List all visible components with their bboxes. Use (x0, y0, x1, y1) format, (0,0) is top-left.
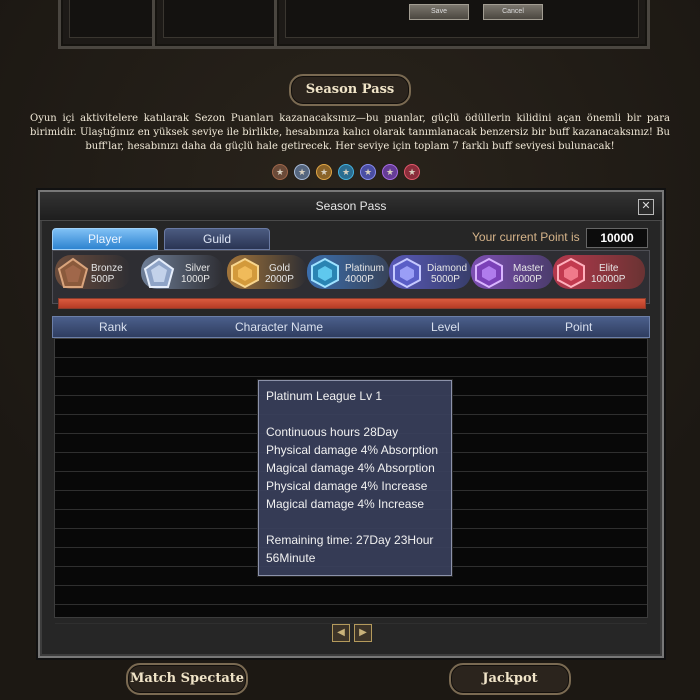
cancel-button[interactable]: Cancel (483, 4, 543, 20)
tier-name: Master (513, 263, 544, 274)
season-pass-button[interactable]: Season Pass (289, 74, 411, 106)
jackpot-button[interactable]: Jackpot (449, 663, 571, 695)
tab-guild[interactable]: Guild (164, 228, 270, 250)
tier-points: 5000P (431, 274, 460, 285)
table-row (55, 586, 647, 605)
tier-icon-row: ★ ★ ★ ★ ★ ★ ★ (272, 164, 420, 180)
col-character-name: Character Name (235, 320, 324, 334)
tooltip-duration: Continuous hours 28Day (266, 425, 399, 439)
tier-points: 1000P (181, 274, 210, 285)
master-icon: ★ (382, 164, 398, 180)
table-row (55, 339, 647, 358)
table-row (55, 605, 647, 624)
tooltip-effect: Physical damage 4% Absorption (266, 443, 439, 457)
tier-name: Silver (185, 263, 211, 274)
bronze-icon: ★ (272, 164, 288, 180)
silver-icon: ★ (294, 164, 310, 180)
season-progress-fill (59, 299, 645, 308)
close-icon[interactable]: ✕ (638, 199, 654, 215)
tier-tooltip: Platinum League Lv 1 Continuous hours 28… (258, 380, 452, 576)
top-panels: Save Cancel (0, 0, 700, 52)
col-point: Point (565, 320, 593, 334)
tier-name: Platinum (345, 263, 384, 274)
tier-points: 10000P (591, 274, 626, 285)
tab-player[interactable]: Player (52, 228, 158, 250)
bronze-gem-icon (57, 257, 89, 288)
tier-points: 6000P (513, 274, 542, 285)
tier-name: Elite (599, 263, 619, 274)
tooltip-remaining: Remaining time: 27Day 23Hour (266, 533, 434, 547)
col-level: Level (431, 320, 460, 334)
triangle-left-icon[interactable]: ◀ (332, 624, 350, 642)
tier-points: 4000P (345, 274, 374, 285)
table-row (55, 358, 647, 377)
col-rank: Rank (99, 320, 128, 334)
tier-name: Diamond (427, 263, 468, 274)
tier-points: 500P (91, 274, 115, 285)
season-progress-bar (58, 298, 646, 309)
ranking-table-header: Rank Character Name Level Point (52, 316, 650, 338)
silver-gem-icon (143, 257, 175, 288)
platinum-gem-icon (311, 257, 339, 289)
triangle-right-icon[interactable]: ▶ (354, 624, 372, 642)
tooltip-effect: Magical damage 4% Absorption (266, 461, 435, 475)
diamond-icon: ★ (360, 164, 376, 180)
tooltip-remaining-cont: 56Minute (266, 551, 316, 565)
current-point-label: Your current Point is (472, 230, 580, 244)
tier-bar: Bronze 500P Silver 1000P Gold 2000P Plat… (52, 250, 650, 304)
tier-points: 2000P (265, 274, 294, 285)
panel-right: Save Cancel (274, 0, 650, 49)
gold-gem-icon (231, 257, 259, 289)
match-spectate-button[interactable]: Match Spectate (126, 663, 248, 695)
current-point-value: 10000 (586, 228, 648, 248)
elite-gem-icon (557, 257, 585, 289)
tooltip-effect: Magical damage 4% Increase (266, 497, 425, 511)
master-gem-icon (475, 257, 503, 289)
diamond-gem-icon (393, 257, 421, 289)
tooltip-effect: Physical damage 4% Increase (266, 479, 428, 493)
elite-icon: ★ (404, 164, 420, 180)
season-pass-description: Oyun içi aktivitelere katılarak Sezon Pu… (30, 113, 670, 152)
save-button[interactable]: Save (409, 4, 469, 20)
platinum-icon: ★ (338, 164, 354, 180)
tier-name: Bronze (91, 263, 123, 274)
window-title: Season Pass (40, 192, 662, 221)
gold-icon: ★ (316, 164, 332, 180)
tier-name: Gold (269, 263, 291, 274)
tooltip-title: Platinum League Lv 1 (266, 389, 383, 403)
